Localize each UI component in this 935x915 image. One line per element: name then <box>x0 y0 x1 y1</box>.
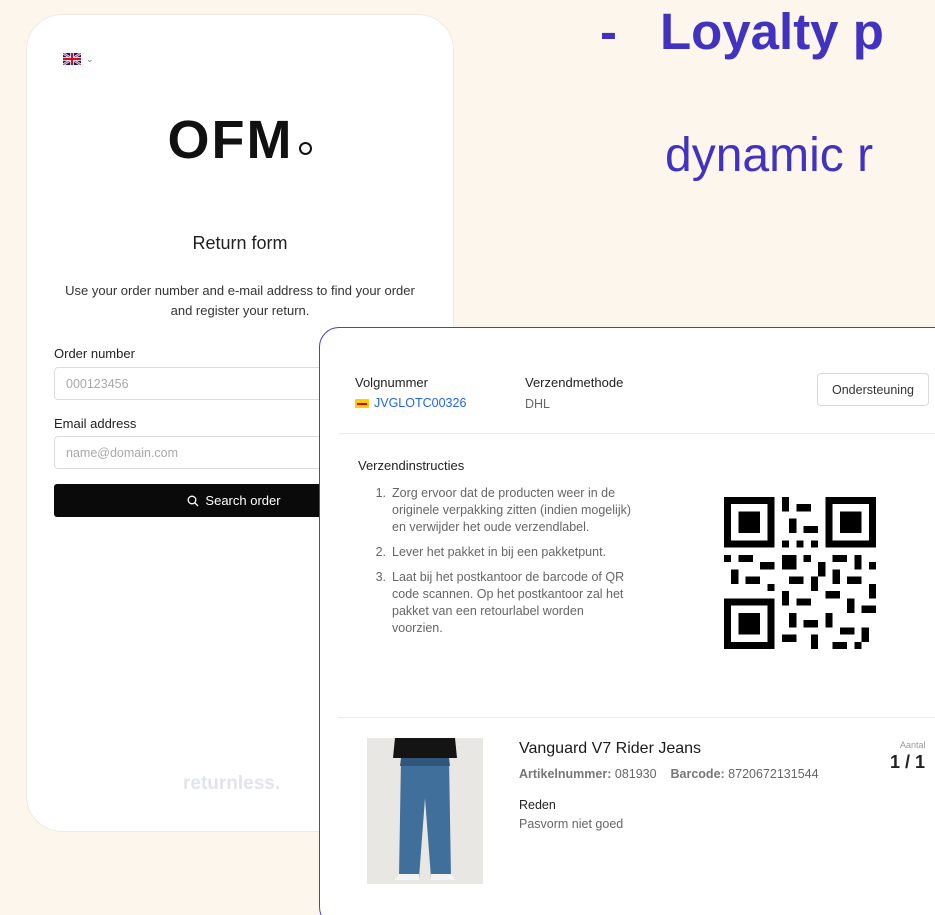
instruction-number: 1. <box>375 486 386 500</box>
tracking-number: JVGLOTC00326 <box>374 396 467 410</box>
tracking-label: Volgnummer <box>355 375 428 390</box>
email-label: Email address <box>54 416 137 431</box>
instruction-text: Lever het pakket in bij een pakketpunt. <box>392 545 607 559</box>
support-button[interactable]: Ondersteuning <box>817 373 929 406</box>
article-number-value: 081930 <box>614 767 657 781</box>
quantity-label: Aantal <box>900 740 926 750</box>
quantity-value: 1 / 1 <box>890 752 926 772</box>
language-selector[interactable]: ⌄ <box>63 53 94 65</box>
page-title: Return form <box>192 233 288 253</box>
instructions-list: 1. Zorg ervoor dat de producten weer in d… <box>370 485 632 645</box>
barcode-label: Barcode: <box>670 767 725 781</box>
headline-dash: - <box>600 3 617 60</box>
chevron-down-icon: ⌄ <box>86 53 94 64</box>
headline-secondary: dynamic r <box>665 129 874 182</box>
tracking-link[interactable]: JVGLOTC00326 <box>355 396 466 410</box>
instructions-title: Verzendinstructies <box>358 458 465 473</box>
product-photo-illustration <box>367 738 483 884</box>
method-label: Verzendmethode <box>525 375 624 390</box>
uk-flag-icon <box>63 53 81 65</box>
divider <box>338 433 935 434</box>
product-image <box>367 738 483 884</box>
divider <box>338 717 935 718</box>
logo-dot-icon <box>299 142 313 155</box>
barcode-value: 8720672131544 <box>728 767 819 781</box>
store-logo-text: OFM <box>167 110 294 170</box>
article-number-label: Artikelnummer: <box>519 767 612 781</box>
search-icon <box>187 495 199 506</box>
qr-code-image <box>724 497 876 649</box>
product-name: Vanguard V7 Rider Jeans <box>519 740 702 757</box>
instruction-item: 1. Zorg ervoor dat de producten weer in d… <box>370 485 632 536</box>
reason-label: Reden <box>519 798 556 812</box>
instruction-text: Zorg ervoor dat de producten weer in de … <box>392 486 632 534</box>
instruction-item: 2. Lever het pakket in bij een pakketpunt… <box>370 544 632 561</box>
headline-primary-text: Loyalty p <box>660 3 884 60</box>
instruction-text: Laat bij het postkantoor de barcode of Q… <box>392 570 625 635</box>
instruction-number: 2. <box>375 545 386 559</box>
instruction-item: 3. Laat bij het postkantoor de barcode of… <box>370 569 632 637</box>
search-order-label: Search order <box>205 493 281 508</box>
returnless-brand: returnless. <box>183 773 281 794</box>
method-value: DHL <box>525 397 551 411</box>
reason-value: Pasvorm niet goed <box>519 817 624 831</box>
order-number-label: Order number <box>54 346 135 361</box>
store-logo: OFM <box>27 109 453 171</box>
product-meta: Artikelnummer: 081930 Barcode: 872067213… <box>519 767 819 781</box>
dhl-icon <box>355 398 369 408</box>
shipment-card: Volgnummer JVGLOTC00326 Verzendmethode D… <box>319 327 935 915</box>
instruction-number: 3. <box>375 570 386 584</box>
form-description: Use your order number and e-mail address… <box>65 283 415 318</box>
headline-primary: - Loyalty p <box>600 2 884 61</box>
